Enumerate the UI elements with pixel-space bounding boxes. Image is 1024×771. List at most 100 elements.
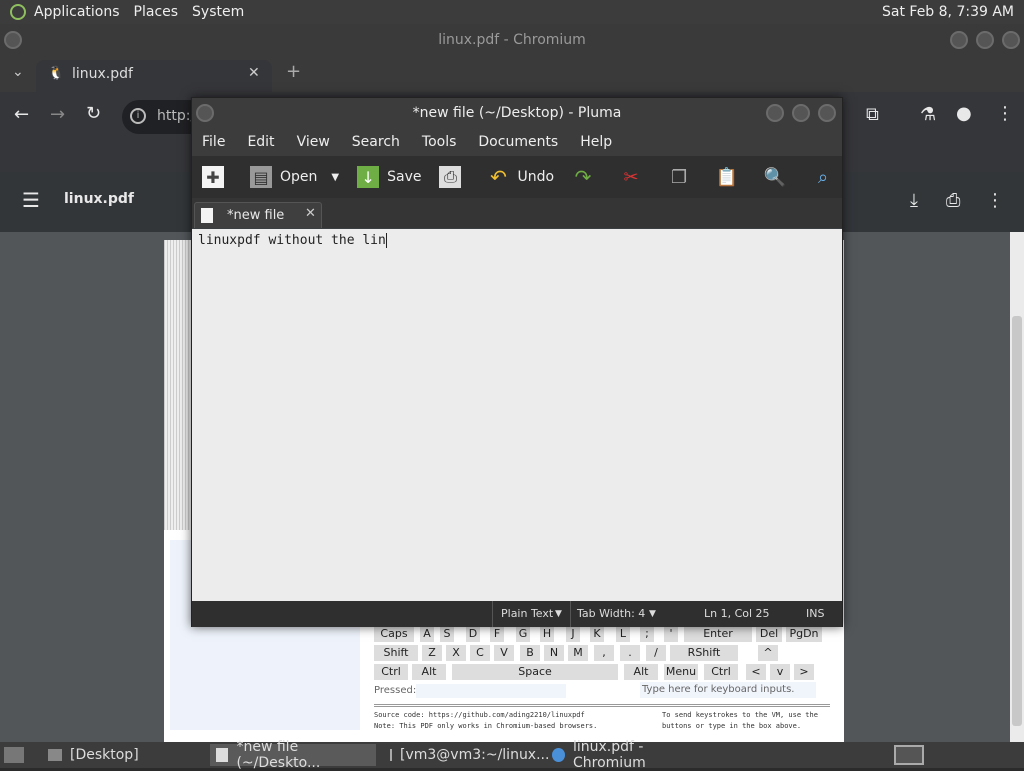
key-pgdn[interactable]: PgDn [786, 626, 822, 642]
task-terminal[interactable]: [vm3@vm3:~/linux... [384, 744, 549, 766]
window-menu-button[interactable] [4, 31, 22, 49]
open-button[interactable]: ▤ Open ▼ [250, 166, 339, 188]
language-selector[interactable]: Plain Text ▼ [492, 601, 568, 627]
key-menu[interactable]: Menu [664, 664, 698, 680]
key-up[interactable]: ^ [758, 645, 778, 661]
keyboard-input-box[interactable]: Type here for keyboard inputs. [640, 682, 816, 698]
redo-button[interactable]: ↷ [572, 165, 602, 189]
sidebar-menu-icon[interactable]: ☰ [22, 188, 40, 212]
key-s[interactable]: S [440, 626, 454, 642]
task-chromium[interactable]: linux.pdf - Chromium [546, 739, 716, 771]
menu-documents[interactable]: Documents [478, 134, 558, 150]
find-button[interactable]: 🔍 [764, 166, 794, 188]
system-menu[interactable]: System [192, 4, 244, 20]
print-button[interactable]: ⎙ [439, 166, 469, 188]
pdf-scrollbar[interactable] [1010, 232, 1024, 742]
key-x[interactable]: X [446, 645, 466, 661]
reload-icon[interactable]: ↻ [86, 103, 101, 124]
key-h[interactable]: H [540, 626, 554, 642]
distro-logo-icon[interactable] [10, 4, 26, 20]
key-comma[interactable]: , [594, 645, 614, 661]
labs-flask-icon[interactable]: ⚗ [920, 104, 936, 125]
extensions-icon[interactable]: ⧉ [866, 104, 879, 125]
editor-text[interactable]: linuxpdf without the lin [198, 233, 386, 248]
menu-search[interactable]: Search [352, 134, 400, 150]
menu-edit[interactable]: Edit [247, 134, 274, 150]
cut-button[interactable]: ✂ [620, 166, 650, 188]
key-right[interactable]: > [794, 664, 814, 680]
key-period[interactable]: . [620, 645, 640, 661]
workspace-switcher[interactable] [894, 745, 924, 765]
key-j[interactable]: J [566, 626, 580, 642]
download-icon[interactable]: ⤓ [910, 190, 918, 211]
tab-width-selector[interactable]: Tab Width: 4 ▼ [570, 601, 662, 627]
key-alt-right[interactable]: Alt [624, 664, 658, 680]
tab-close-icon[interactable]: ✕ [248, 65, 260, 81]
tab-linux-pdf[interactable]: 🐧 linux.pdf ✕ [36, 60, 272, 92]
key-space[interactable]: Space [452, 664, 618, 680]
key-caps[interactable]: Caps [374, 626, 414, 642]
key-slash[interactable]: / [646, 645, 666, 661]
menu-view[interactable]: View [297, 134, 330, 150]
key-f[interactable]: F [490, 626, 504, 642]
task-pluma[interactable]: *new file (~/Deskto... [210, 739, 376, 771]
places-menu[interactable]: Places [134, 4, 179, 20]
copy-button[interactable]: ❐ [668, 166, 698, 188]
menu-tools[interactable]: Tools [422, 134, 457, 150]
maximize-button[interactable] [976, 31, 994, 49]
text-editor-area[interactable]: linuxpdf without the lin [192, 229, 842, 601]
key-n[interactable]: N [544, 645, 564, 661]
save-button[interactable]: ↓ Save [357, 166, 421, 188]
address-text[interactable]: http:/ [157, 108, 195, 124]
key-k[interactable]: K [590, 626, 604, 642]
site-info-icon[interactable]: i [130, 108, 146, 124]
new-tab-plus-icon[interactable]: + [286, 61, 301, 82]
key-c[interactable]: C [470, 645, 490, 661]
undo-button[interactable]: ↶ Undo [487, 165, 554, 189]
print-icon[interactable]: ⎙ [946, 190, 960, 211]
document-tab-close-icon[interactable]: ✕ [305, 206, 316, 221]
key-ctrl-left[interactable]: Ctrl [374, 664, 408, 680]
tab-search-chevron-icon[interactable]: ⌄ [12, 64, 24, 80]
new-document-button[interactable]: ✚ [202, 166, 232, 188]
key-rshift[interactable]: RShift [670, 645, 738, 661]
pluma-window-menu-button[interactable] [196, 104, 214, 122]
pdf-more-icon[interactable]: ⋮ [986, 190, 1004, 211]
key-l[interactable]: L [616, 626, 630, 642]
pluma-close-button[interactable] [818, 104, 836, 122]
applications-menu[interactable]: Applications [34, 4, 120, 20]
key-b[interactable]: B [520, 645, 540, 661]
forward-arrow-icon[interactable]: → [50, 104, 65, 125]
key-del[interactable]: Del [756, 626, 782, 642]
profile-icon[interactable]: ● [956, 103, 972, 124]
chrome-menu-icon[interactable]: ⋮ [996, 103, 1014, 124]
show-desktop-icon[interactable] [4, 747, 24, 763]
key-shift[interactable]: Shift [374, 645, 418, 661]
document-tab-new-file[interactable]: *new file ✕ [194, 202, 322, 228]
open-recent-dropdown-icon[interactable]: ▼ [331, 172, 339, 183]
pluma-minimize-button[interactable] [766, 104, 784, 122]
key-left[interactable]: < [746, 664, 766, 680]
close-button[interactable] [1002, 31, 1020, 49]
minimize-button[interactable] [950, 31, 968, 49]
key-enter[interactable]: Enter [684, 626, 752, 642]
key-a[interactable]: A [420, 626, 434, 642]
task-desktop[interactable]: [Desktop] [42, 744, 202, 766]
clock[interactable]: Sat Feb 8, 7:39 AM [882, 4, 1014, 20]
key-m[interactable]: M [568, 645, 588, 661]
paste-button[interactable]: 📋 [716, 166, 746, 188]
key-quote[interactable]: ' [664, 626, 678, 642]
key-down[interactable]: v [770, 664, 790, 680]
menu-file[interactable]: File [202, 134, 225, 150]
key-v[interactable]: V [494, 645, 514, 661]
key-g[interactable]: G [516, 626, 530, 642]
address-bar[interactable]: i http:/ [122, 100, 202, 134]
replace-button[interactable]: ⌕ [812, 166, 842, 188]
key-ctrl-right[interactable]: Ctrl [704, 664, 738, 680]
key-alt-left[interactable]: Alt [412, 664, 446, 680]
key-d[interactable]: D [466, 626, 480, 642]
key-semicolon[interactable]: ; [640, 626, 654, 642]
pluma-maximize-button[interactable] [792, 104, 810, 122]
back-arrow-icon[interactable]: ← [14, 104, 29, 125]
key-z[interactable]: Z [422, 645, 442, 661]
